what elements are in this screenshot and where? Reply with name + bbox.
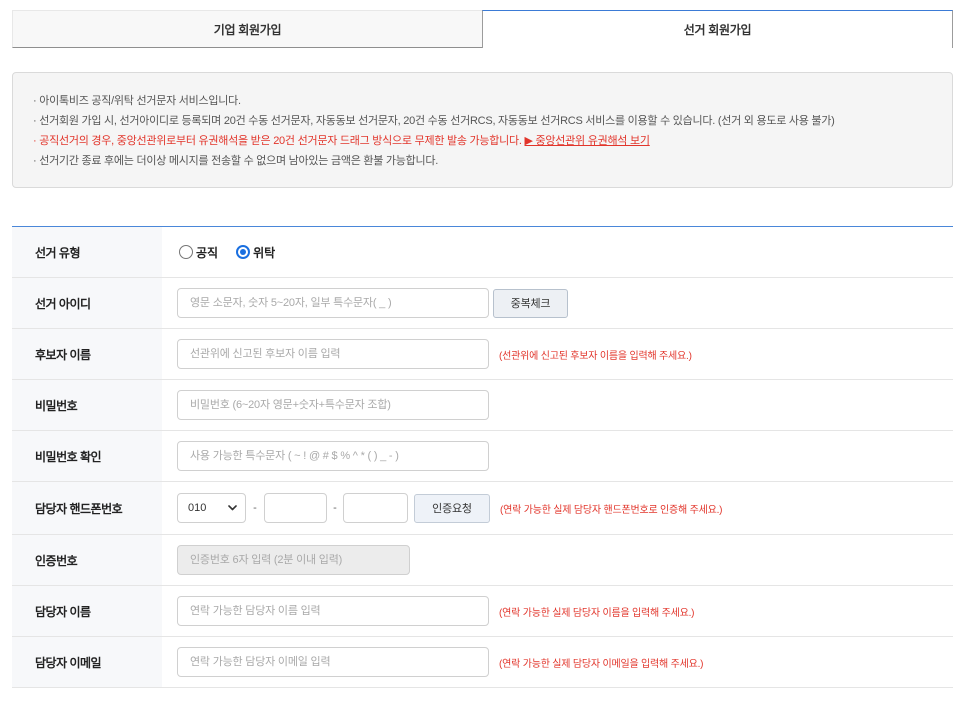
field-label-password: 비밀번호	[12, 380, 162, 430]
radio-option-public[interactable]: 공직	[179, 244, 218, 261]
form-row-manager-email: 담당자 이메일 (연락 가능한 실제 담당자 이메일을 입력해 주세요.)	[12, 637, 953, 688]
field-cell-manager-phone: 010 - - 인증요청 (연락 가능한 실제 담당자 핸드폰번호로 인증해 주…	[162, 482, 953, 534]
radio-button-commissioned[interactable]	[236, 245, 251, 259]
phone-last-input[interactable]	[343, 493, 408, 523]
phone-middle-input[interactable]	[264, 493, 327, 523]
form-row-password-confirm: 비밀번호 확인	[12, 431, 953, 482]
notice-line-3-text: · 공직선거의 경우, 중앙선관위로부터 유권해석을 받은 20건 선거문자 드…	[33, 135, 522, 147]
request-verification-button[interactable]: 인증요청	[414, 493, 490, 523]
form-row-election-type: 선거 유형 공직 위탁	[12, 227, 953, 278]
notice-line-1: · 아이톡비즈 공직/위탁 선거문자 서비스입니다.	[33, 95, 241, 107]
radio-option-commissioned[interactable]: 위탁	[236, 244, 275, 261]
manager-name-input[interactable]	[177, 596, 489, 626]
candidate-name-input[interactable]	[177, 339, 489, 369]
election-id-input[interactable]	[177, 288, 489, 318]
field-cell-verification-code	[162, 535, 953, 585]
field-label-election-type: 선거 유형	[12, 227, 162, 277]
phone-separator: -	[333, 502, 337, 514]
field-label-password-confirm: 비밀번호 확인	[12, 431, 162, 481]
nec-interpretation-link[interactable]: ▶ 중앙선관위 유권해석 보기	[525, 135, 650, 147]
form-row-password: 비밀번호	[12, 380, 953, 431]
tab-election-signup[interactable]: 선거 회원가입	[482, 10, 953, 48]
election-type-radio-group: 공직 위탁	[179, 244, 275, 261]
field-label-manager-phone: 담당자 핸드폰번호	[12, 482, 162, 534]
field-cell-candidate-name: (선관위에 신고된 후보자 이름을 입력해 주세요.)	[162, 329, 953, 379]
field-label-candidate-name: 후보자 이름	[12, 329, 162, 379]
signup-tabs: 기업 회원가입 선거 회원가입	[12, 10, 953, 48]
election-signup-form: 선거 유형 공직 위탁 선거 아이디 중복체크 후보자 이름	[12, 226, 953, 688]
field-label-verification-code: 인증번호	[12, 535, 162, 585]
field-cell-password	[162, 380, 953, 430]
phone-separator: -	[253, 502, 257, 514]
field-label-manager-email: 담당자 이메일	[12, 637, 162, 687]
notice-line-4: · 선거기간 종료 후에는 더이상 메시지를 전송할 수 없으며 남아있는 금액…	[33, 155, 439, 167]
phone-prefix-select[interactable]: 010	[177, 493, 246, 523]
tab-corporate-signup[interactable]: 기업 회원가입	[12, 10, 482, 48]
password-input[interactable]	[177, 390, 489, 420]
form-row-verification-code: 인증번호	[12, 535, 953, 586]
candidate-name-note: (선관위에 신고된 후보자 이름을 입력해 주세요.)	[499, 350, 692, 362]
manager-email-note: (연락 가능한 실제 담당자 이메일을 입력해 주세요.)	[499, 658, 704, 670]
field-cell-password-confirm	[162, 431, 953, 481]
form-row-election-id: 선거 아이디 중복체크	[12, 278, 953, 329]
radio-button-public[interactable]	[179, 245, 193, 259]
field-cell-manager-name: (연락 가능한 실제 담당자 이름을 입력해 주세요.)	[162, 586, 953, 636]
radio-label-commissioned: 위탁	[253, 245, 276, 260]
service-notice: · 아이톡비즈 공직/위탁 선거문자 서비스입니다. · 선거회원 가입 시, …	[12, 72, 953, 188]
verification-code-input[interactable]	[177, 545, 410, 575]
duplicate-check-button[interactable]: 중복체크	[493, 288, 568, 318]
field-cell-manager-email: (연락 가능한 실제 담당자 이메일을 입력해 주세요.)	[162, 637, 953, 687]
radio-dot	[240, 249, 247, 255]
manager-email-input[interactable]	[177, 647, 489, 677]
phone-prefix-select-wrapper: 010	[177, 493, 246, 523]
manager-phone-note: (연락 가능한 실제 담당자 핸드폰번호로 인증해 주세요.)	[500, 504, 723, 516]
form-row-manager-name: 담당자 이름 (연락 가능한 실제 담당자 이름을 입력해 주세요.)	[12, 586, 953, 637]
notice-line-3: · 공직선거의 경우, 중앙선관위로부터 유권해석을 받은 20건 선거문자 드…	[33, 131, 932, 151]
radio-label-public: 공직	[196, 245, 219, 260]
field-label-election-id: 선거 아이디	[12, 278, 162, 328]
field-cell-election-id: 중복체크	[162, 278, 953, 328]
form-row-candidate-name: 후보자 이름 (선관위에 신고된 후보자 이름을 입력해 주세요.)	[12, 329, 953, 380]
password-confirm-input[interactable]	[177, 441, 489, 471]
manager-name-note: (연락 가능한 실제 담당자 이름을 입력해 주세요.)	[499, 607, 695, 619]
notice-line-2: · 선거회원 가입 시, 선거아이디로 등록되며 20건 수동 선거문자, 자동…	[33, 115, 835, 127]
field-label-manager-name: 담당자 이름	[12, 586, 162, 636]
field-cell-election-type: 공직 위탁	[162, 227, 953, 277]
form-row-manager-phone: 담당자 핸드폰번호 010 - - 인증요청 (연락 가능한 실제 담당자 핸드…	[12, 482, 953, 535]
